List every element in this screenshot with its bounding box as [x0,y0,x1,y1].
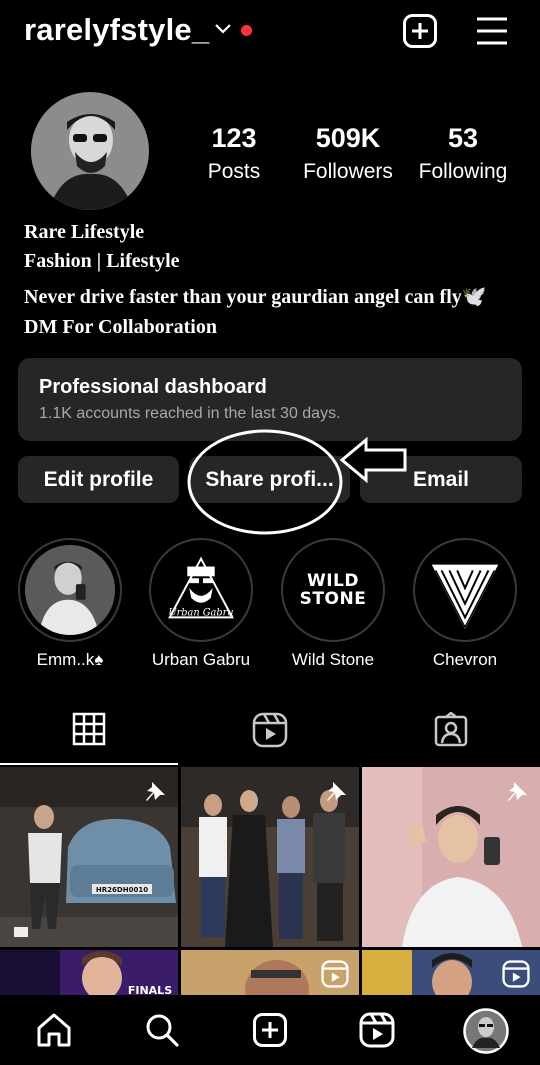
annotation-overlay [187,429,407,535]
highlight-label: Urban Gabru [151,650,251,669]
pin-icon [327,782,346,801]
highlight-emmk[interactable]: Emm..k♠ [18,538,122,670]
profile-avatar[interactable] [31,92,149,210]
following-label: Following [418,160,508,183]
posts-stat[interactable]: 123 Posts [188,123,280,184]
posts-count: 123 [211,123,257,153]
tab-posts[interactable] [72,712,106,751]
dashboard-subtitle: 1.1K accounts reached in the last 30 day… [39,405,341,422]
following-count: 53 [447,123,479,153]
highlight-label: Wild Stone [291,650,375,669]
finals-text: FINALS [128,984,172,995]
nav-search[interactable] [144,1012,180,1053]
bio-name: Rare Lifestyle [24,221,145,243]
grid-icon [72,712,106,746]
tagged-icon [434,711,468,747]
dashboard-title: Professional dashboard [39,376,267,398]
bottom-navigation [0,995,540,1065]
notification-dot [241,25,252,36]
followers-label: Followers [303,160,393,183]
pin-icon [508,782,527,801]
highlight-urban-gabru[interactable]: Urban Gabru Urban Gabru [149,538,253,670]
reels-icon [502,960,530,988]
annotation-arrow-icon [339,436,407,484]
highlight-wild-stone[interactable]: WILD STONE Wild Stone [281,538,385,670]
bio-category: Fashion | Lifestyle [24,250,180,272]
post-car[interactable]: HR26DH0010 [0,767,178,947]
post-crowd[interactable] [362,950,540,995]
create-icon [253,1013,287,1047]
home-icon [37,1013,71,1047]
posts-label: Posts [207,160,261,183]
bio-quote: Never drive faster than your gaurdian an… [24,286,487,308]
highlight-label: Chevron [432,650,498,669]
post-group[interactable] [181,767,359,947]
followers-stat[interactable]: 509K Followers [298,123,398,184]
tab-reels[interactable] [252,712,288,753]
wild-stone-logo-text: WILD STONE [299,571,367,609]
tab-tagged[interactable] [433,711,469,753]
pin-icon [146,782,165,801]
annotation-ellipse [187,429,343,535]
nav-create[interactable] [252,1012,288,1053]
post-selfie[interactable] [362,767,540,947]
nav-home[interactable] [36,1012,72,1053]
chevron-logo-icon [431,564,499,630]
menu-button[interactable] [474,13,510,54]
reels-icon [252,712,288,748]
bio-contact: DM For Collaboration [24,316,217,338]
chevron-down-icon[interactable] [214,22,232,40]
nav-profile-avatar[interactable] [463,1008,509,1059]
post-finals[interactable]: FINALS [0,950,178,995]
urban-gabru-logo-text: Urban Gabru [168,607,233,618]
plus-square-icon [403,14,437,48]
profile-username[interactable]: rarelyfstyle_ [24,12,209,48]
active-tab-indicator [0,763,178,765]
reels-icon [359,1012,395,1048]
edit-profile-button[interactable]: Edit profile [18,456,179,503]
post-closeup[interactable] [181,950,359,995]
hamburger-menu-icon [477,17,507,45]
followers-count: 509K [315,123,381,153]
following-stat[interactable]: 53 Following [408,123,518,184]
search-icon [146,1014,179,1047]
reels-icon [321,960,349,988]
create-button[interactable] [402,13,438,54]
highlight-label: Emm..k♠ [36,650,104,669]
highlight-chevron[interactable]: Chevron [413,538,517,670]
car-plate-text: HR26DH0010 [96,886,148,894]
nav-reels[interactable] [359,1012,395,1053]
